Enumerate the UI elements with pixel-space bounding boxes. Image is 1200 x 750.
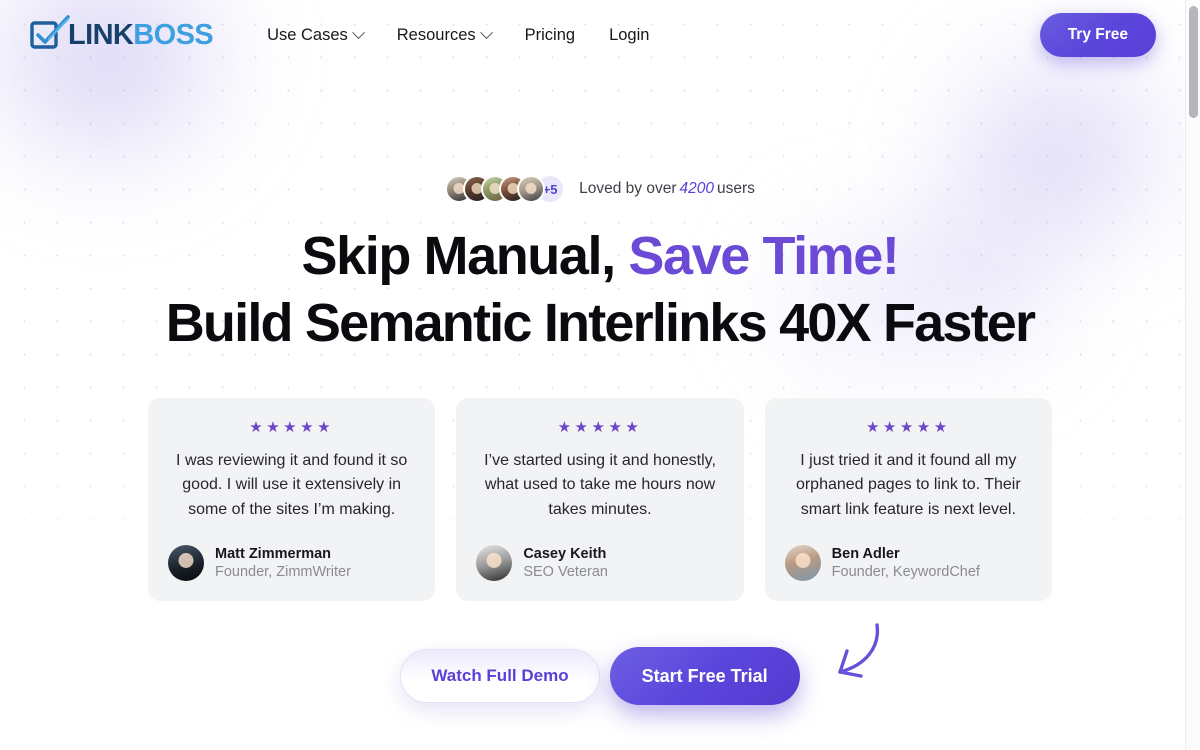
nav-item-login[interactable]: Login — [609, 26, 649, 45]
testimonial-card: ★★★★★ I was reviewing it and found it so… — [148, 397, 436, 602]
testimonial-card: ★★★★★ I just tried it and it found all m… — [764, 397, 1052, 602]
nav-item-resources[interactable]: Resources — [396, 25, 493, 45]
nav-label-login: Login — [609, 25, 650, 44]
social-proof-row: +5 Loved by over 4200 users — [0, 174, 1200, 204]
logo-text-part1: LINK — [68, 18, 134, 51]
testimonial-card: ★★★★★ I’ve started using it and honestly… — [456, 397, 744, 602]
headline-line1-plain: Skip Manual, — [301, 226, 629, 286]
avatar — [517, 175, 546, 203]
scrollbar-thumb[interactable] — [1189, 6, 1198, 118]
loved-suffix: users — [716, 180, 755, 197]
star-rating-icon: ★★★★★ — [865, 418, 951, 436]
testimonial-author: Ben Adler Founder, KeywordChef — [784, 545, 1032, 582]
testimonial-author: Casey Keith SEO Veteran — [476, 545, 723, 582]
testimonial-author-name: Matt Zimmerman — [215, 545, 332, 562]
avatar — [784, 545, 821, 582]
testimonial-author-role: Founder, KeywordChef — [831, 564, 980, 581]
testimonial-author: Matt Zimmerman Founder, ZimmWriter — [168, 545, 415, 582]
logo-text-part2: BOSS — [133, 18, 214, 51]
loved-count: 4200 — [679, 180, 714, 197]
logo-link[interactable]: LINKBOSS — [28, 13, 214, 58]
hero-section: +5 Loved by over 4200 users Skip Manual, S… — [0, 174, 1200, 706]
start-free-trial-button[interactable]: Start Free Trial — [609, 647, 800, 706]
loved-by-text: Loved by over 4200 users — [579, 180, 755, 198]
headline-line1-accent: Save Time! — [628, 226, 900, 286]
nav-label-use-cases: Use Cases — [267, 25, 348, 44]
headline-line2: Build Semantic Interlinks 40X Faster — [165, 292, 1036, 353]
testimonial-author-name: Casey Keith — [523, 545, 607, 562]
avatar — [168, 545, 204, 582]
nav-item-pricing[interactable]: Pricing — [525, 26, 575, 45]
main-navigation: Use Cases Resources Pricing Login — [267, 26, 649, 45]
star-rating-icon: ★★★★★ — [249, 418, 335, 436]
site-header: LINKBOSS Use Cases Resources Pricing Log… — [0, 0, 1200, 70]
try-free-button[interactable]: Try Free — [1039, 13, 1156, 57]
curved-arrow-icon — [814, 613, 894, 698]
nav-item-use-cases[interactable]: Use Cases — [267, 25, 365, 45]
testimonial-quote: I was reviewing it and found it so good.… — [176, 451, 408, 519]
testimonial-quote: I’ve started using it and honestly, what… — [484, 451, 716, 519]
logo-wordmark: LINKBOSS — [68, 18, 214, 51]
chevron-down-icon — [479, 25, 493, 39]
testimonial-quote: I just tried it and it found all my orph… — [795, 451, 1021, 519]
loved-prefix: Loved by over — [579, 180, 677, 197]
nav-label-resources: Resources — [396, 25, 476, 44]
page-root: LINKBOSS Use Cases Resources Pricing Log… — [0, 0, 1200, 750]
nav-label-pricing: Pricing — [524, 25, 576, 44]
avatar-stack: +5 — [445, 174, 566, 204]
testimonial-author-role: SEO Veteran — [523, 564, 608, 581]
checkbox-pencil-icon — [28, 13, 72, 58]
testimonials-row: ★★★★★ I was reviewing it and found it so… — [0, 397, 1200, 602]
page-title: Skip Manual, Save Time! Build Semantic I… — [0, 224, 1200, 356]
watch-full-demo-button[interactable]: Watch Full Demo — [400, 649, 600, 704]
avatar — [476, 545, 513, 582]
vertical-scrollbar[interactable] — [1185, 0, 1200, 750]
testimonial-author-role: Founder, ZimmWriter — [215, 564, 351, 581]
chevron-down-icon — [351, 25, 365, 39]
testimonial-author-name: Ben Adler — [831, 545, 900, 562]
cta-row: Watch Full Demo Start Free Trial — [0, 623, 1200, 706]
star-rating-icon: ★★★★★ — [557, 418, 643, 436]
